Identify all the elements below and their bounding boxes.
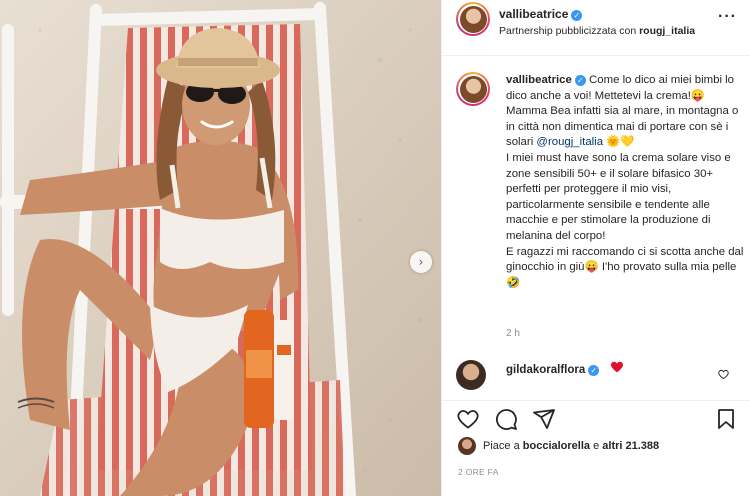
post-actions-bar	[442, 400, 750, 436]
commenter-username[interactable]: gildakoralflora ✓	[506, 364, 600, 376]
caption-text: vallibeatrice ✓ Come lo dico ai miei bimb…	[506, 73, 744, 291]
red-heart-emoji-icon	[610, 361, 624, 373]
caption-username[interactable]: vallibeatrice	[506, 74, 572, 86]
beach-chair-photo	[0, 0, 441, 496]
liker-avatar[interactable]	[458, 437, 476, 455]
partner-link[interactable]: rougj_italia	[639, 25, 695, 37]
likes-prefix: Piace a	[483, 440, 520, 452]
liker-username[interactable]: boccialorella	[523, 440, 590, 452]
likes-row: Piace a boccialorella e altri 21.388	[442, 436, 750, 458]
next-image-arrow-icon[interactable]: ›	[410, 251, 432, 273]
bookmark-icon[interactable]	[714, 407, 738, 431]
comment-icon[interactable]	[494, 407, 518, 431]
likes-count[interactable]: altri 21.388	[602, 440, 659, 452]
author-avatar-image	[459, 5, 487, 33]
comment-row: gildakoralflora ✓	[442, 352, 750, 398]
verified-badge-icon: ✓	[571, 10, 583, 21]
share-icon[interactable]	[532, 407, 556, 431]
heart-icon[interactable]	[456, 407, 480, 431]
post-side-panel: vallibeatrice ✓ Partnership pubblicizzata…	[441, 0, 750, 496]
caption-body-2: I miei must have sono la crema solare vi…	[506, 151, 744, 289]
comment-like-heart-icon[interactable]	[718, 369, 729, 380]
commenter-avatar[interactable]	[456, 360, 486, 390]
caption-avatar-image	[459, 75, 487, 103]
caption-time: 2 h	[506, 328, 520, 339]
author-avatar[interactable]	[456, 2, 490, 36]
author-username[interactable]: vallibeatrice ✓	[499, 7, 583, 21]
caption-avatar[interactable]	[456, 72, 490, 106]
commenter-verified-badge-icon: ✓	[588, 365, 600, 376]
likes-conjunction: e	[593, 440, 600, 452]
post-timestamp[interactable]: 2 ORE FA	[458, 467, 499, 477]
more-dots-icon[interactable]: ···	[718, 8, 737, 26]
caption-emoji: 🌞💛	[603, 136, 635, 149]
caption-verified-badge-icon: ✓	[574, 75, 586, 86]
post-caption: vallibeatrice ✓ Come lo dico ai miei bimb…	[442, 56, 750, 352]
paid-partnership-label: Partnership pubblicizzata con rougj_ital…	[499, 25, 695, 37]
post-photo[interactable]: ›	[0, 0, 441, 496]
likes-text: Piace a boccialorella e altri 21.388	[483, 440, 659, 452]
commenter-username-text[interactable]: gildakoralflora	[506, 364, 585, 376]
partnership-prefix: Partnership pubblicizzata con	[499, 25, 637, 37]
caption-mention-link[interactable]: @rougj_italia	[536, 136, 603, 148]
post-header: vallibeatrice ✓ Partnership pubblicizzata…	[442, 0, 750, 56]
author-username-text[interactable]: vallibeatrice	[499, 7, 568, 21]
